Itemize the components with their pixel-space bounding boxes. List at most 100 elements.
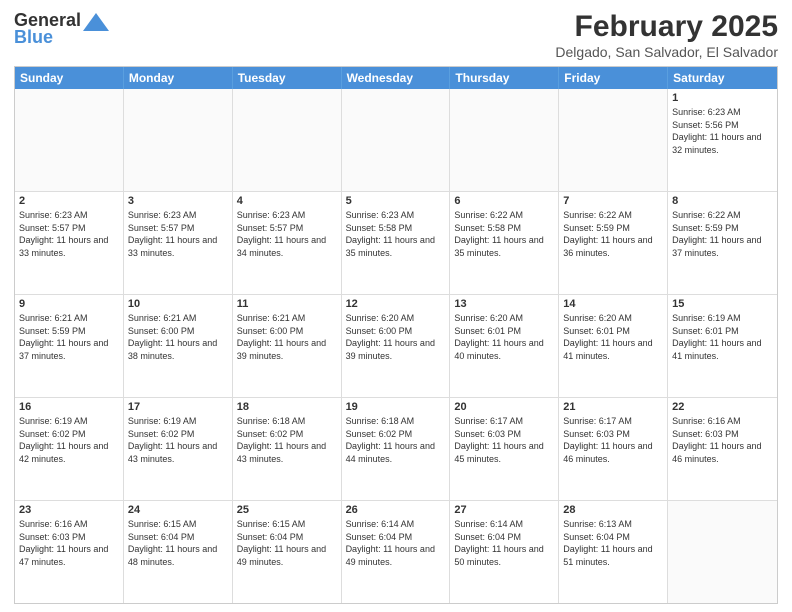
day-number: 4: [237, 195, 337, 207]
day-number: 28: [563, 504, 663, 516]
calendar-cell-w1-d4: [342, 89, 451, 191]
day-number: 10: [128, 298, 228, 310]
day-info: Sunrise: 6:16 AM Sunset: 6:03 PM Dayligh…: [672, 415, 773, 465]
calendar-cell-w3-d2: 10 Sunrise: 6:21 AM Sunset: 6:00 PM Dayli…: [124, 295, 233, 397]
calendar-cell-w4-d3: 18 Sunrise: 6:18 AM Sunset: 6:02 PM Dayli…: [233, 398, 342, 500]
day-info: Sunrise: 6:21 AM Sunset: 5:59 PM Dayligh…: [19, 312, 119, 362]
calendar-title: February 2025: [555, 10, 778, 44]
day-number: 6: [454, 195, 554, 207]
calendar-week-2: 2 Sunrise: 6:23 AM Sunset: 5:57 PM Daylig…: [15, 192, 777, 295]
calendar-week-4: 16 Sunrise: 6:19 AM Sunset: 6:02 PM Dayli…: [15, 398, 777, 501]
day-info: Sunrise: 6:18 AM Sunset: 6:02 PM Dayligh…: [346, 415, 446, 465]
day-info: Sunrise: 6:20 AM Sunset: 6:01 PM Dayligh…: [563, 312, 663, 362]
day-number: 27: [454, 504, 554, 516]
calendar-cell-w5-d2: 24 Sunrise: 6:15 AM Sunset: 6:04 PM Dayli…: [124, 501, 233, 603]
calendar-cell-w4-d5: 20Sunrise: 6:17 AM Sunset: 6:03 PM Dayli…: [450, 398, 559, 500]
calendar-cell-w4-d2: 17 Sunrise: 6:19 AM Sunset: 6:02 PM Dayli…: [124, 398, 233, 500]
title-block: February 2025 Delgado, San Salvador, El …: [555, 10, 778, 60]
page-container: General Blue February 2025 Delgado, San …: [0, 0, 792, 612]
logo-icon: [83, 13, 109, 31]
calendar-header-row: Sunday Monday Tuesday Wednesday Thursday…: [15, 67, 777, 89]
day-info: Sunrise: 6:20 AM Sunset: 6:01 PM Dayligh…: [454, 312, 554, 362]
calendar-cell-w1-d2: [124, 89, 233, 191]
day-number: 25: [237, 504, 337, 516]
header-tuesday: Tuesday: [233, 67, 342, 89]
header-saturday: Saturday: [668, 67, 777, 89]
day-number: 9: [19, 298, 119, 310]
calendar-cell-w3-d5: 13 Sunrise: 6:20 AM Sunset: 6:01 PM Dayli…: [450, 295, 559, 397]
day-info: Sunrise: 6:16 AM Sunset: 6:03 PM Dayligh…: [19, 518, 119, 568]
day-number: 2: [19, 195, 119, 207]
day-number: 23: [19, 504, 119, 516]
calendar-cell-w5-d7: [668, 501, 777, 603]
day-number: 7: [563, 195, 663, 207]
day-number: 5: [346, 195, 446, 207]
day-info: Sunrise: 6:22 AM Sunset: 5:59 PM Dayligh…: [672, 209, 773, 259]
calendar-body: 1 Sunrise: 6:23 AM Sunset: 5:56 PM Daylig…: [15, 89, 777, 603]
day-info: Sunrise: 6:21 AM Sunset: 6:00 PM Dayligh…: [237, 312, 337, 362]
calendar-cell-w5-d1: 23 Sunrise: 6:16 AM Sunset: 6:03 PM Dayli…: [15, 501, 124, 603]
day-info: Sunrise: 6:20 AM Sunset: 6:00 PM Dayligh…: [346, 312, 446, 362]
calendar-cell-w2-d3: 4 Sunrise: 6:23 AM Sunset: 5:57 PM Daylig…: [233, 192, 342, 294]
day-info: Sunrise: 6:19 AM Sunset: 6:02 PM Dayligh…: [19, 415, 119, 465]
calendar-cell-w4-d4: 19 Sunrise: 6:18 AM Sunset: 6:02 PM Dayli…: [342, 398, 451, 500]
calendar-cell-w3-d1: 9 Sunrise: 6:21 AM Sunset: 5:59 PM Daylig…: [15, 295, 124, 397]
calendar-cell-w4-d7: 22 Sunrise: 6:16 AM Sunset: 6:03 PM Dayli…: [668, 398, 777, 500]
day-info: Sunrise: 6:23 AM Sunset: 5:57 PM Dayligh…: [128, 209, 228, 259]
day-info: Sunrise: 6:14 AM Sunset: 6:04 PM Dayligh…: [454, 518, 554, 568]
calendar-cell-w2-d1: 2 Sunrise: 6:23 AM Sunset: 5:57 PM Daylig…: [15, 192, 124, 294]
page-header: General Blue February 2025 Delgado, San …: [14, 10, 778, 60]
header-monday: Monday: [124, 67, 233, 89]
day-info: Sunrise: 6:17 AM Sunset: 6:03 PM Dayligh…: [454, 415, 554, 465]
day-info: Sunrise: 6:22 AM Sunset: 5:58 PM Dayligh…: [454, 209, 554, 259]
calendar-week-5: 23 Sunrise: 6:16 AM Sunset: 6:03 PM Dayli…: [15, 501, 777, 603]
calendar-week-1: 1 Sunrise: 6:23 AM Sunset: 5:56 PM Daylig…: [15, 89, 777, 192]
calendar-cell-w3-d4: 12 Sunrise: 6:20 AM Sunset: 6:00 PM Dayli…: [342, 295, 451, 397]
calendar-cell-w4-d1: 16 Sunrise: 6:19 AM Sunset: 6:02 PM Dayli…: [15, 398, 124, 500]
calendar-cell-w2-d2: 3 Sunrise: 6:23 AM Sunset: 5:57 PM Daylig…: [124, 192, 233, 294]
calendar-cell-w5-d4: 26 Sunrise: 6:14 AM Sunset: 6:04 PM Dayli…: [342, 501, 451, 603]
calendar-cell-w2-d6: 7 Sunrise: 6:22 AM Sunset: 5:59 PM Daylig…: [559, 192, 668, 294]
day-number: 16: [19, 401, 119, 413]
day-info: Sunrise: 6:15 AM Sunset: 6:04 PM Dayligh…: [128, 518, 228, 568]
calendar-cell-w2-d4: 5Sunrise: 6:23 AM Sunset: 5:58 PM Daylig…: [342, 192, 451, 294]
day-number: 19: [346, 401, 446, 413]
day-number: 22: [672, 401, 773, 413]
day-info: Sunrise: 6:23 AM Sunset: 5:57 PM Dayligh…: [237, 209, 337, 259]
calendar-cell-w3-d3: 11 Sunrise: 6:21 AM Sunset: 6:00 PM Dayli…: [233, 295, 342, 397]
day-number: 26: [346, 504, 446, 516]
day-info: Sunrise: 6:19 AM Sunset: 6:02 PM Dayligh…: [128, 415, 228, 465]
day-number: 21: [563, 401, 663, 413]
day-info: Sunrise: 6:13 AM Sunset: 6:04 PM Dayligh…: [563, 518, 663, 568]
calendar-cell-w5-d5: 27 Sunrise: 6:14 AM Sunset: 6:04 PM Dayli…: [450, 501, 559, 603]
day-info: Sunrise: 6:23 AM Sunset: 5:56 PM Dayligh…: [672, 106, 773, 156]
day-number: 15: [672, 298, 773, 310]
calendar-cell-w1-d3: [233, 89, 342, 191]
day-number: 17: [128, 401, 228, 413]
day-number: 3: [128, 195, 228, 207]
header-wednesday: Wednesday: [342, 67, 451, 89]
calendar-cell-w1-d6: [559, 89, 668, 191]
calendar-cell-w2-d5: 6 Sunrise: 6:22 AM Sunset: 5:58 PM Daylig…: [450, 192, 559, 294]
calendar-cell-w3-d6: 14Sunrise: 6:20 AM Sunset: 6:01 PM Dayli…: [559, 295, 668, 397]
calendar-cell-w1-d7: 1 Sunrise: 6:23 AM Sunset: 5:56 PM Daylig…: [668, 89, 777, 191]
header-sunday: Sunday: [15, 67, 124, 89]
calendar-cell-w4-d6: 21Sunrise: 6:17 AM Sunset: 6:03 PM Dayli…: [559, 398, 668, 500]
day-number: 11: [237, 298, 337, 310]
day-info: Sunrise: 6:21 AM Sunset: 6:00 PM Dayligh…: [128, 312, 228, 362]
calendar-cell-w5-d6: 28 Sunrise: 6:13 AM Sunset: 6:04 PM Dayli…: [559, 501, 668, 603]
header-thursday: Thursday: [450, 67, 559, 89]
calendar-cell-w5-d3: 25Sunrise: 6:15 AM Sunset: 6:04 PM Dayli…: [233, 501, 342, 603]
calendar-cell-w1-d1: [15, 89, 124, 191]
day-number: 1: [672, 92, 773, 104]
day-number: 12: [346, 298, 446, 310]
day-number: 13: [454, 298, 554, 310]
calendar-cell-w3-d7: 15Sunrise: 6:19 AM Sunset: 6:01 PM Dayli…: [668, 295, 777, 397]
day-info: Sunrise: 6:18 AM Sunset: 6:02 PM Dayligh…: [237, 415, 337, 465]
day-info: Sunrise: 6:22 AM Sunset: 5:59 PM Dayligh…: [563, 209, 663, 259]
day-number: 24: [128, 504, 228, 516]
day-number: 18: [237, 401, 337, 413]
day-info: Sunrise: 6:23 AM Sunset: 5:57 PM Dayligh…: [19, 209, 119, 259]
logo: General Blue: [14, 10, 109, 48]
day-info: Sunrise: 6:14 AM Sunset: 6:04 PM Dayligh…: [346, 518, 446, 568]
